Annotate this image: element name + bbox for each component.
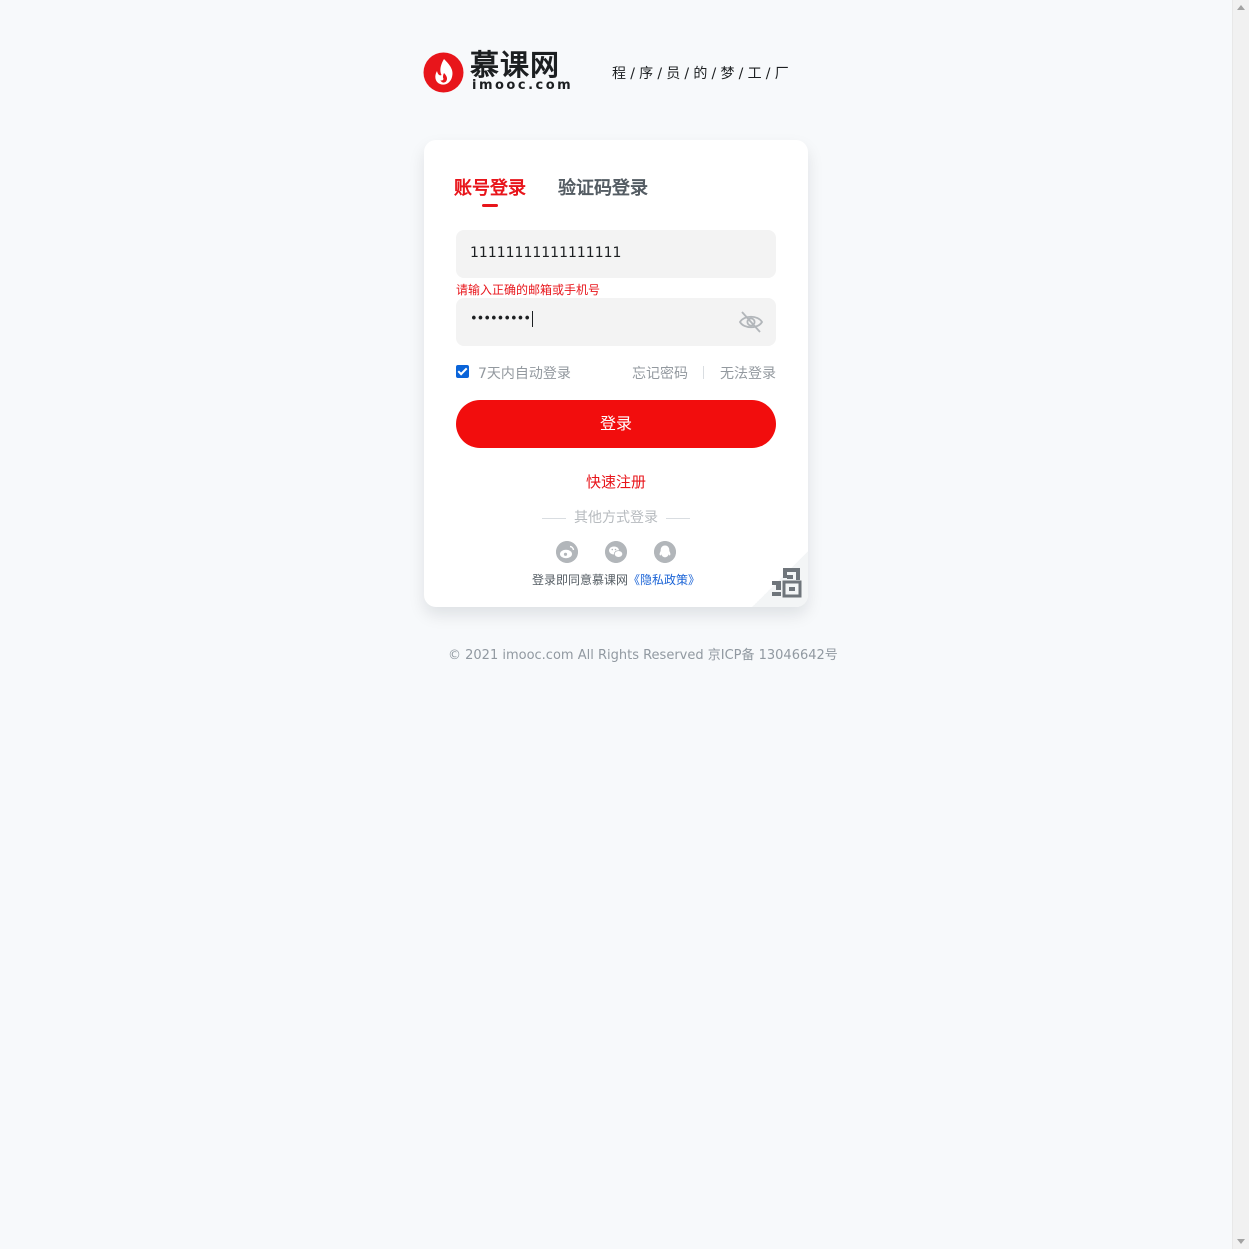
eye-hidden-icon[interactable] — [738, 310, 764, 334]
account-input[interactable]: 11111111111111111 — [456, 230, 776, 278]
quick-register-link[interactable]: 快速注册 — [424, 471, 808, 492]
wechat-icon[interactable] — [605, 541, 627, 563]
vertical-scrollbar[interactable] — [1232, 0, 1249, 1249]
site-header: 慕课网 imooc.com 程/序/员/的/梦/工/厂 — [423, 48, 813, 94]
agreement-text: 登录即同意慕课网 — [531, 573, 628, 587]
login-page: 慕课网 imooc.com 程/序/员/的/梦/工/厂 账号登录 验证码登录 1… — [0, 0, 1249, 1249]
password-input-value: ••••••••• — [470, 311, 531, 327]
agreement-line: 登录即同意慕课网《隐私政策》 — [424, 571, 808, 588]
logo-text-en[interactable]: imooc.com — [472, 79, 573, 93]
remember-checkbox[interactable] — [456, 365, 469, 378]
account-input-value: 11111111111111111 — [470, 245, 622, 261]
options-divider — [703, 366, 704, 379]
scroll-down-arrow-icon[interactable] — [1237, 1239, 1245, 1244]
other-methods-label: 其他方式登录 — [574, 510, 658, 526]
tab-account-login[interactable]: 账号登录 — [454, 174, 526, 200]
login-options: 7天内自动登录 忘记密码 无法登录 — [456, 362, 776, 382]
forgot-password-link[interactable]: 忘记密码 — [632, 363, 688, 383]
login-button[interactable]: 登录 — [456, 400, 776, 448]
slogan: 程/序/员/的/梦/工/厂 — [612, 66, 793, 82]
weibo-icon[interactable] — [556, 541, 578, 563]
other-methods-row: 其他方式登录 — [424, 507, 808, 527]
logo-text-cn[interactable]: 慕课网 — [470, 48, 560, 82]
privacy-policy-link[interactable]: 《隐私政策》 — [628, 573, 700, 587]
login-card: 账号登录 验证码登录 11111111111111111 请输入正确的邮箱或手机… — [424, 140, 808, 607]
qq-icon[interactable] — [654, 541, 676, 563]
remember-label[interactable]: 7天内自动登录 — [478, 363, 571, 383]
password-input[interactable]: ••••••••• — [456, 298, 776, 346]
other-methods-line-left — [542, 517, 566, 519]
active-tab-indicator — [482, 204, 498, 207]
cant-login-link[interactable]: 无法登录 — [720, 363, 776, 383]
account-error-message: 请输入正确的邮箱或手机号 — [456, 283, 601, 297]
imooc-flame-logo-icon[interactable] — [423, 52, 464, 93]
tab-code-login[interactable]: 验证码登录 — [558, 174, 648, 200]
other-methods-line-right — [666, 517, 690, 519]
copyright-text: © 2021 imooc.com All Rights Reserved 京IC… — [448, 648, 838, 663]
qr-login-corner[interactable] — [752, 551, 808, 607]
scroll-up-arrow-icon[interactable] — [1237, 5, 1245, 10]
text-caret — [532, 311, 534, 327]
qr-code-icon — [772, 568, 802, 598]
